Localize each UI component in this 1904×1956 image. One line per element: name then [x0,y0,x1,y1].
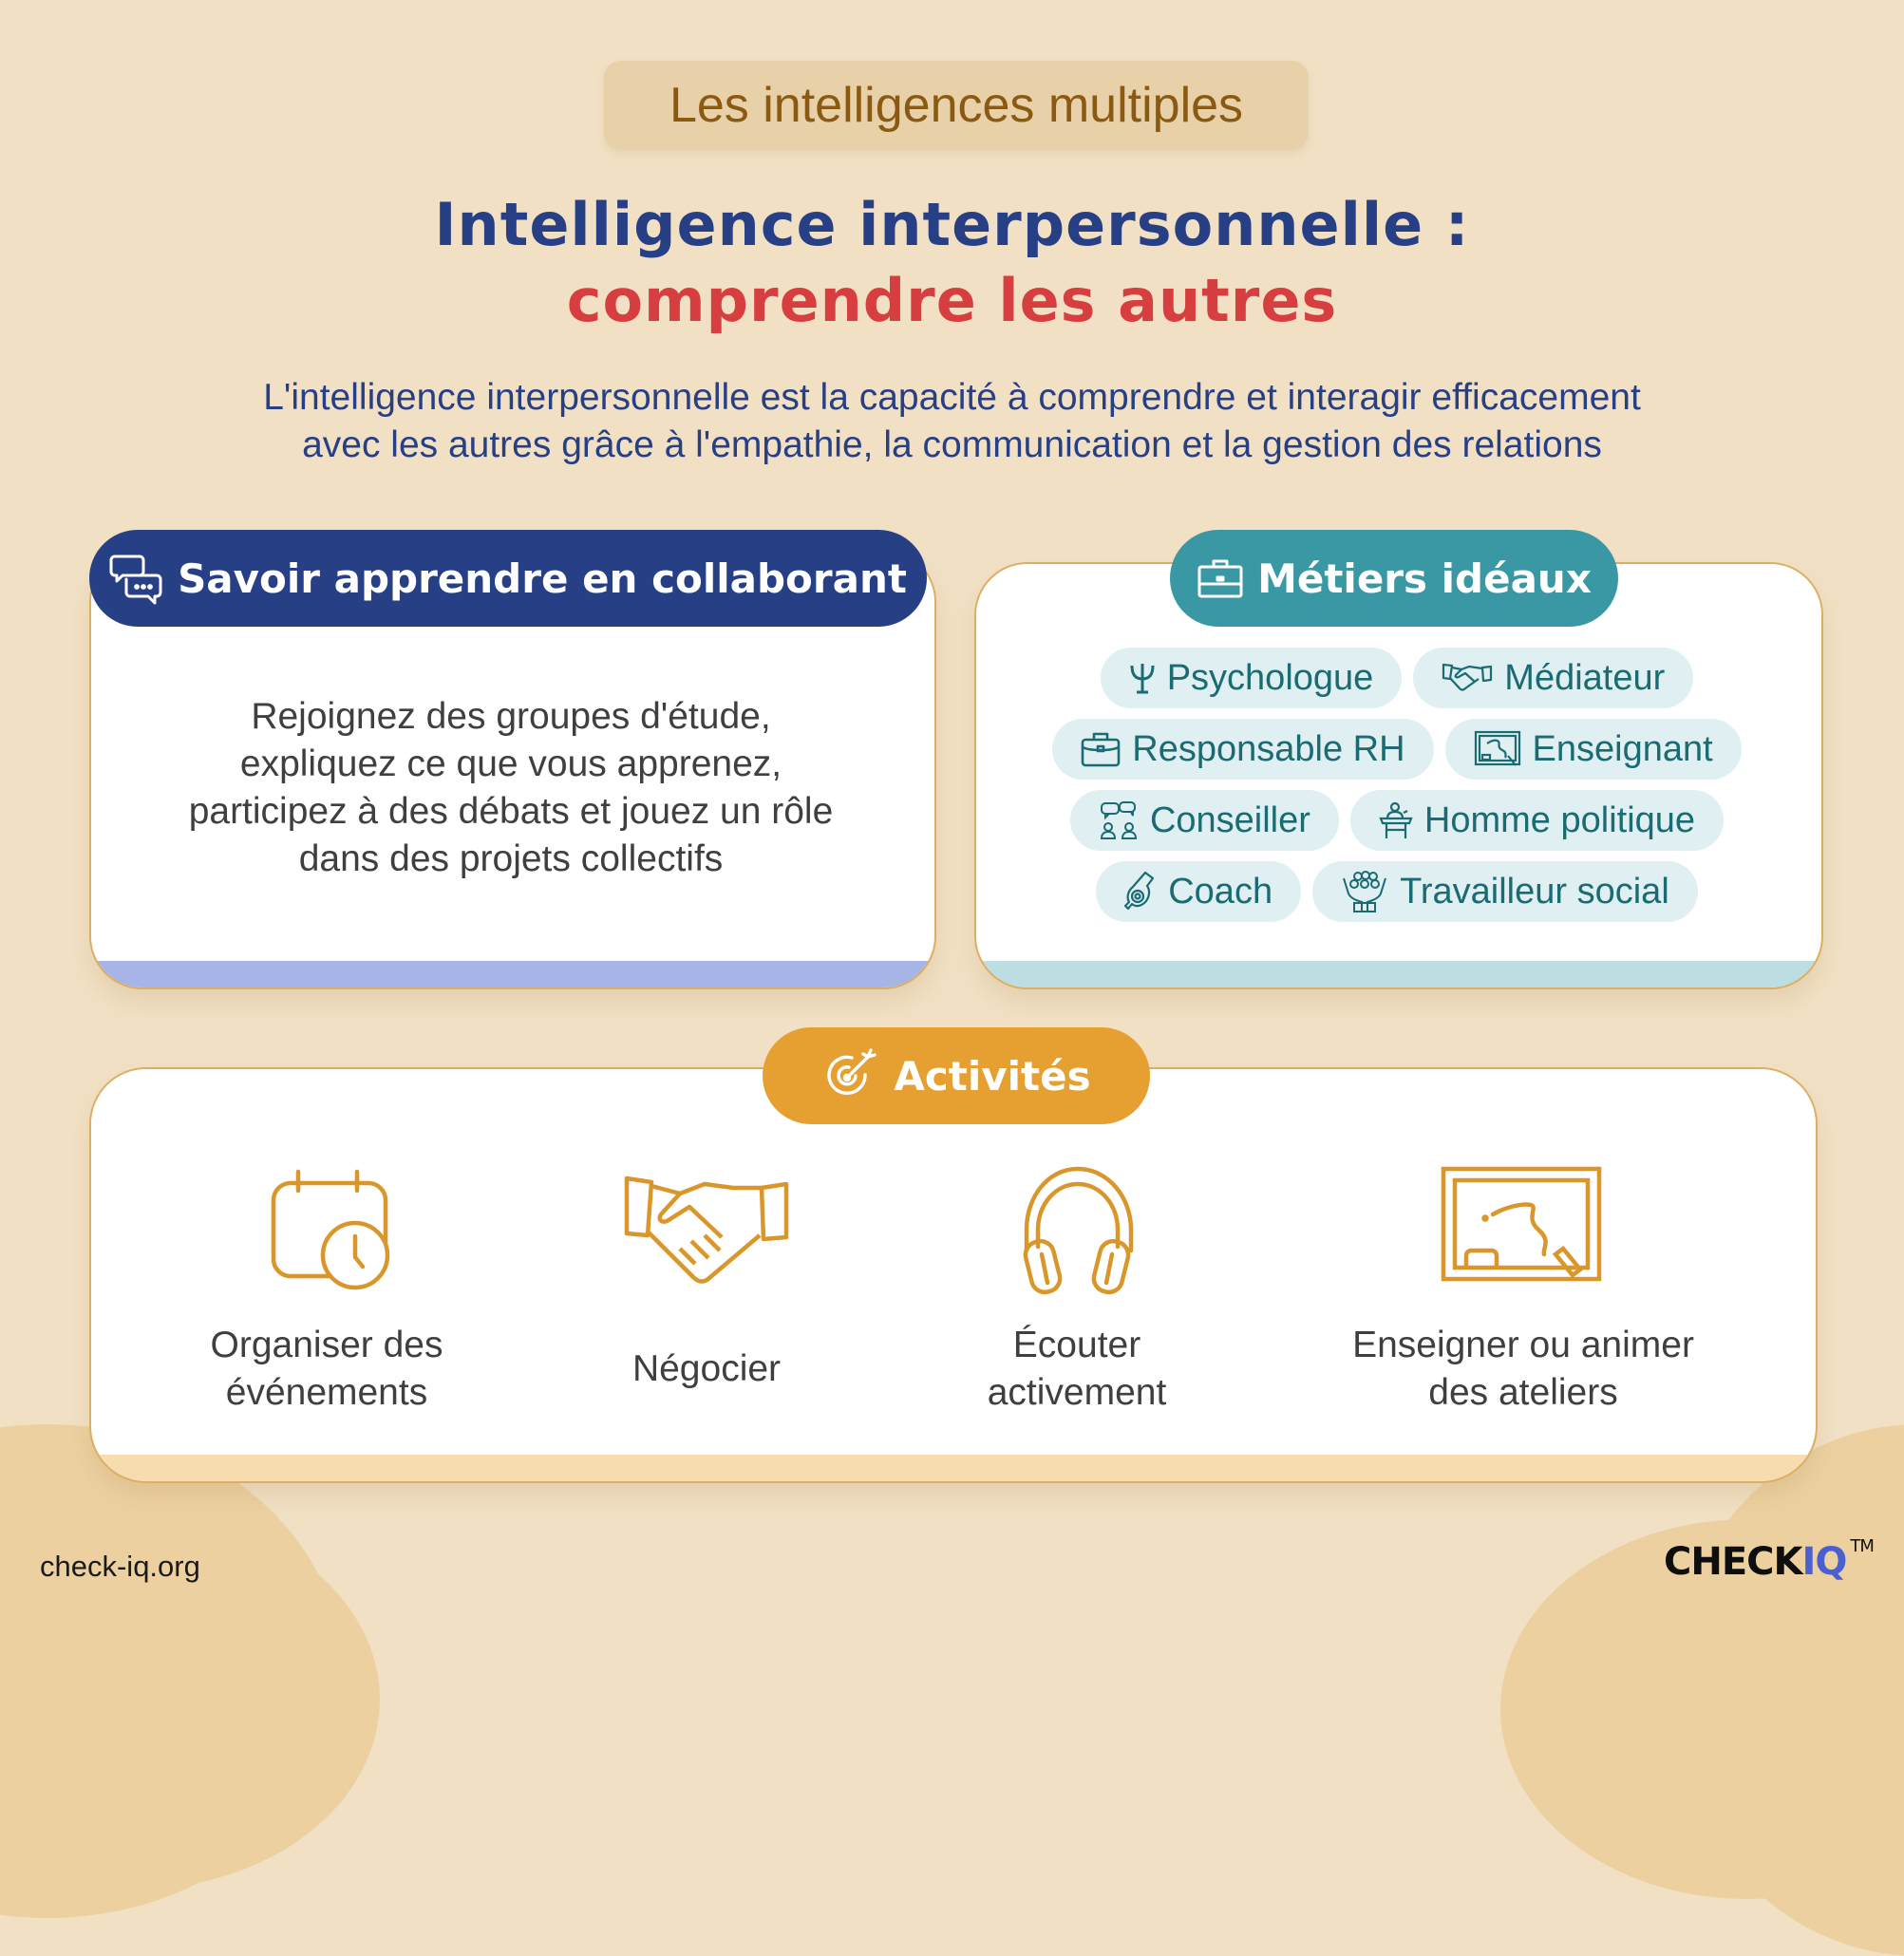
activities-title: Activités [894,1052,1091,1100]
activity-label: des ateliers [1428,1372,1618,1413]
job-chip: Psychologue [1100,648,1403,708]
job-chip: Homme politique [1349,790,1725,851]
psi-icon [1130,664,1155,694]
series-label: Les intelligences multiples [604,61,1309,150]
counseling-icon [1100,801,1137,839]
job-chip: Responsable RH [1052,719,1434,780]
activity-item: Enseigner ou animer des ateliers [1314,1158,1732,1426]
collab-line: dans des projets collectifs [298,838,724,879]
activity-label: Organiser des [210,1325,443,1365]
activity-item: Organiser des événements [184,1158,469,1426]
job-chip: Enseignant [1444,719,1742,780]
job-chip: Travailleur social [1312,861,1698,922]
activity-label: événements [225,1372,428,1413]
collab-line: expliquez ce que vous apprenez, [239,743,782,784]
activity-item: Négocier [555,1158,858,1426]
site-url: check-iq.org [40,1550,200,1583]
headphones-icon [1023,1166,1134,1295]
handshake-icon [624,1175,789,1284]
chat-bubbles-icon [109,555,162,605]
jobs-title: Métiers idéaux [1257,555,1592,602]
definition-text: L'intelligence interpersonnelle est la c… [95,374,1809,469]
job-chip: Conseiller [1069,790,1339,851]
collab-line: participez à des débats et jouez un rôle [188,791,834,832]
calendar-clock-icon [271,1169,390,1290]
page-title: Intelligence interpersonnelle : [434,190,1470,259]
handshake-icon [1442,663,1493,691]
collab-header: Savoir apprendre en collaborant [89,530,927,627]
activities-header: Activités [763,1027,1150,1124]
activity-label: Écouter [1012,1325,1141,1365]
job-chip: Coach [1096,861,1302,922]
collab-line: Rejoignez des groupes d'étude, [251,696,771,737]
activity-label: Enseigner ou animer [1352,1325,1694,1365]
collab-description: Rejoignez des groupes d'étude, expliquez… [89,693,933,883]
brand-logo-check: CHECK [1664,1540,1803,1584]
trademark: TM [1850,1536,1875,1556]
activity-label: Négocier [632,1348,782,1389]
chalkboard-icon [1441,1166,1602,1282]
jobs-header: Métiers idéaux [1170,530,1618,627]
podium-speaker-icon [1379,801,1413,838]
activity-label: activement [987,1372,1167,1413]
collab-title: Savoir apprendre en collaborant [178,555,907,602]
activity-item: Écouter activement [925,1158,1229,1426]
briefcase-icon [1081,732,1121,767]
target-icon [827,1048,877,1095]
brand-logo-iq: IQ [1801,1540,1848,1584]
page-subtitle: comprendre les autres [566,266,1338,335]
definition-line: L'intelligence interpersonnelle est la c… [263,377,1641,418]
community-care-icon [1343,871,1387,912]
definition-line: avec les autres grâce à l'empathie, la c… [302,424,1602,465]
brand-logo: CHECKIQ TM [1664,1536,1875,1584]
job-chip: Médiateur [1413,648,1694,708]
activities-list: Organiser des événements Négocier Écoute… [89,1158,1814,1424]
chalkboard-icon [1474,730,1520,766]
briefcase-icon [1197,559,1243,598]
jobs-list: Psychologue Médiateur Responsable RH Ens… [974,648,1819,932]
whistle-icon [1124,871,1155,911]
